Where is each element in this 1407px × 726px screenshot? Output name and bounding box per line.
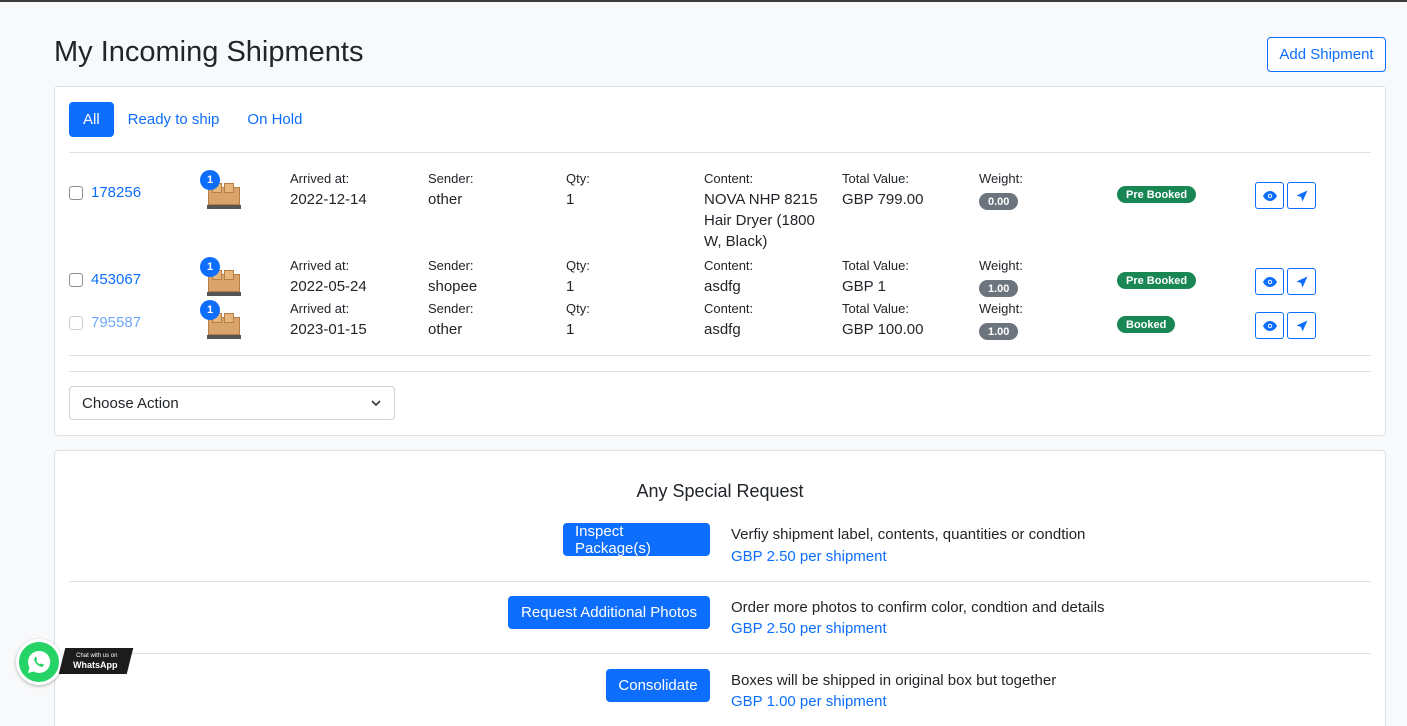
shipments-card: All Ready to ship On Hold 178256 1 Arriv… — [54, 86, 1386, 436]
eye-icon — [1262, 320, 1277, 331]
whatsapp-chat-widget[interactable]: Chat with us on WhatsApp — [16, 639, 134, 689]
weight-badge: 0.00 — [979, 193, 1019, 210]
qty-value: 1 — [566, 278, 575, 295]
total-value-label: Total Value: — [842, 258, 909, 273]
total-value-value: GBP 100.00 — [842, 321, 924, 338]
sender-label: Sender: — [428, 258, 474, 273]
whatsapp-icon — [16, 639, 62, 685]
view-button[interactable] — [1255, 182, 1284, 209]
total-value-label: Total Value: — [842, 301, 909, 316]
request-price: GBP 1.00 per shipment — [731, 693, 887, 710]
qty-label: Qty: — [566, 258, 590, 273]
total-value-value: GBP 799.00 — [842, 191, 924, 208]
request-divider — [69, 653, 1371, 654]
content-value: asdfg — [704, 278, 741, 295]
request-description: Verfiy shipment label, contents, quantit… — [731, 526, 1086, 543]
status-badge: Pre Booked — [1117, 186, 1197, 203]
rocket-icon — [1296, 276, 1307, 287]
request-price: GBP 2.50 per shipment — [731, 620, 887, 637]
eye-icon — [1262, 276, 1277, 287]
qty-value: 1 — [566, 191, 575, 208]
tab-on-hold[interactable]: On Hold — [233, 102, 316, 137]
arrived-value: 2023-01-15 — [290, 321, 367, 338]
tab-ready-to-ship[interactable]: Ready to ship — [114, 102, 234, 137]
rocket-icon — [1296, 190, 1307, 201]
select-value: Choose Action — [82, 394, 179, 412]
package-count-badge: 1 — [200, 300, 220, 320]
arrived-label: Arrived at: — [290, 301, 350, 316]
tabs-divider — [69, 152, 1371, 153]
ship-button[interactable] — [1287, 312, 1316, 339]
sender-value: shopee — [428, 278, 478, 295]
consolidate-button[interactable]: Consolidate — [606, 669, 710, 702]
shipment-row: 453067 1 Arrived at: 2022-05-24 Sender: … — [69, 257, 1373, 304]
total-value-value: GBP 1 — [842, 278, 886, 295]
request-description: Boxes will be shipped in original box bu… — [731, 672, 1057, 689]
view-button[interactable] — [1255, 312, 1284, 339]
request-photos-button[interactable]: Request Additional Photos — [508, 596, 710, 629]
sender-value: other — [428, 191, 463, 208]
shipment-id-link[interactable]: 178256 — [91, 184, 141, 201]
request-price: GBP 2.50 per shipment — [731, 548, 887, 565]
arrived-label: Arrived at: — [290, 258, 350, 273]
whatsapp-tag-line1: Chat with us on — [76, 652, 118, 659]
ship-button[interactable] — [1287, 268, 1316, 295]
shipment-id-link[interactable]: 795587 — [91, 314, 141, 331]
whatsapp-tag-line2: WhatsApp — [72, 659, 118, 670]
special-request-title: Any Special Request — [636, 481, 804, 501]
shipment-row: 178256 1 Arrived at: 2022-12-14 Sender: … — [69, 170, 1373, 257]
weight-badge: 1.00 — [979, 323, 1019, 340]
filter-tabs: All Ready to ship On Hold — [69, 102, 316, 137]
row-checkbox[interactable] — [69, 186, 83, 200]
inspect-package-button[interactable]: Inspect Package(s) — [563, 523, 710, 557]
view-button[interactable] — [1255, 268, 1284, 295]
arrived-value: 2022-05-24 — [290, 278, 367, 295]
status-badge: Pre Booked — [1117, 272, 1197, 289]
page-title: My Incoming Shipments — [54, 36, 364, 68]
content-value: asdfg — [704, 321, 741, 338]
list-divider — [69, 371, 1371, 372]
weight-badge: 1.00 — [979, 280, 1019, 297]
ship-button[interactable] — [1287, 182, 1316, 209]
weight-label: Weight: — [979, 171, 1023, 186]
chevron-down-icon — [371, 400, 381, 407]
content-label: Content: — [704, 301, 754, 316]
sender-label: Sender: — [428, 171, 474, 186]
arrived-value: 2022-12-14 — [290, 191, 367, 208]
arrived-label: Arrived at: — [290, 171, 350, 186]
qty-value: 1 — [566, 321, 575, 338]
whatsapp-tag: Chat with us on WhatsApp — [58, 648, 134, 674]
content-label: Content: — [704, 258, 754, 273]
shipment-id-link[interactable]: 453067 — [91, 271, 141, 288]
row-checkbox[interactable] — [69, 316, 83, 330]
tab-all[interactable]: All — [69, 102, 114, 137]
content-label: Content: — [704, 171, 754, 186]
package-count-badge: 1 — [200, 257, 220, 277]
request-divider — [69, 581, 1371, 582]
choose-action-select[interactable]: Choose Action — [69, 386, 395, 420]
content-value: NOVA NHP 8215 Hair Dryer (1800 W, Black) — [704, 191, 818, 250]
list-divider — [69, 355, 1371, 356]
request-description: Order more photos to confirm color, cond… — [731, 599, 1105, 616]
add-shipment-button[interactable]: Add Shipment — [1267, 37, 1386, 72]
sender-value: other — [428, 321, 463, 338]
rocket-icon — [1296, 320, 1307, 331]
sender-label: Sender: — [428, 301, 474, 316]
status-badge: Booked — [1117, 316, 1176, 333]
weight-label: Weight: — [979, 258, 1023, 273]
shipment-row: 795587 1 Arrived at: 2023-01-15 Sender: … — [69, 300, 1373, 347]
weight-label: Weight: — [979, 301, 1023, 316]
qty-label: Qty: — [566, 171, 590, 186]
qty-label: Qty: — [566, 301, 590, 316]
special-request-card: Any Special Request Inspect Package(s) V… — [54, 450, 1386, 726]
package-count-badge: 1 — [200, 170, 220, 190]
row-checkbox[interactable] — [69, 273, 83, 287]
total-value-label: Total Value: — [842, 171, 909, 186]
eye-icon — [1262, 190, 1277, 201]
